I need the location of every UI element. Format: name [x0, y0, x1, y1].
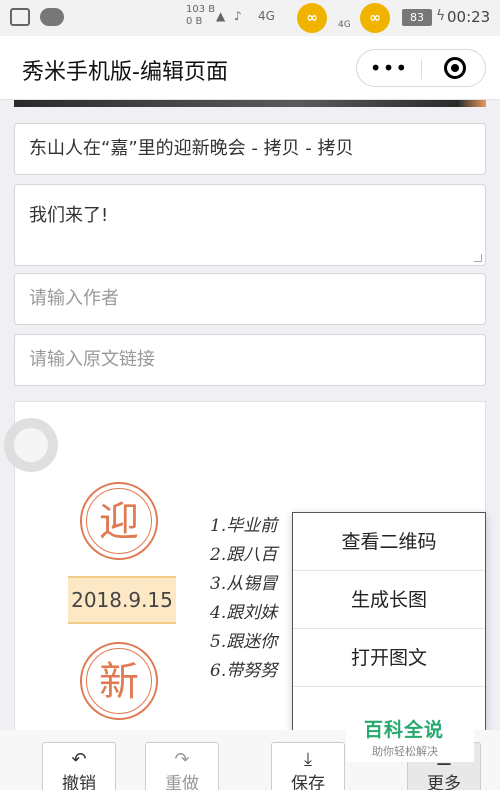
save-button[interactable]: ⤓ 保存 [271, 742, 345, 790]
article-summary-textarea[interactable]: 我们来了! [14, 184, 486, 266]
screenshot-icon [10, 8, 30, 26]
handwritten-line: 5.跟迷你 [210, 632, 278, 652]
charging-icon: ϟ [436, 8, 446, 24]
coin-app-icon: ∞ [297, 3, 327, 33]
mute-bell-icon: ♪ [234, 9, 242, 23]
stamp-xin: 新 [80, 642, 158, 720]
floating-assistive-ball[interactable] [4, 418, 58, 472]
coin-app-icon-2: ∞ [360, 3, 390, 33]
event-date: 2018.9.15 [68, 576, 176, 624]
redo-arrow-icon: ↷ [174, 749, 190, 770]
net-up-speed: 103 B [186, 4, 216, 15]
more-popup-menu: 查看二维码 生成长图 打开图文 [292, 512, 486, 745]
download-icon: ⤓ [304, 749, 312, 770]
stamp-ying-text: 迎 [86, 488, 152, 554]
net-down-speed: 0 B [186, 16, 203, 27]
battery-indicator: 83 [402, 9, 432, 26]
handwritten-list: 1.毕业前 2.跟八百 3.从锡冒 4.跟刘妹 5.跟迷你 6.带努努 [210, 512, 294, 686]
status-bar: 103 B 0 B ▲ ♪ 4G ∞ 4G ∞ 83 ϟ 00:23 [0, 0, 500, 36]
summary-text: 我们来了! [29, 205, 109, 226]
cover-image-strip [14, 100, 486, 107]
redo-label: 重做 [165, 774, 199, 790]
redo-button[interactable]: ↷ 重做 [145, 742, 219, 790]
undo-arrow-icon: ↶ [71, 749, 87, 770]
author-input[interactable]: 请输入作者 [14, 273, 486, 325]
undo-button[interactable]: ↶ 撤销 [42, 742, 116, 790]
article-title-input[interactable]: 东山人在“嘉”里的迎新晚会 - 拷贝 - 拷贝 [14, 123, 486, 175]
menu-item-open-article[interactable]: 打开图文 [293, 629, 485, 687]
save-label: 保存 [291, 774, 325, 790]
wechat-icon [40, 8, 64, 26]
baike-watermark-logo: 百科全说 助你轻松解决 [346, 710, 474, 762]
more-options-button[interactable]: ••• [357, 50, 421, 86]
handwritten-line: 6.带努努 [210, 661, 278, 681]
capsule-divider [421, 59, 422, 79]
handwritten-line: 2.跟八百 [210, 545, 278, 565]
status-time: 00:23 [447, 8, 491, 26]
undo-label: 撤销 [62, 774, 96, 790]
close-miniprogram-icon[interactable] [444, 57, 466, 79]
handwritten-line: 4.跟刘妹 [210, 603, 278, 623]
menu-item-generate-long-image[interactable]: 生成长图 [293, 571, 485, 629]
signal-4g-icon-2: 4G [338, 20, 351, 30]
title-bar: 秀米手机版-编辑页面 ••• [0, 36, 500, 100]
page-title: 秀米手机版-编辑页面 [22, 60, 228, 85]
miniprogram-capsule: ••• [356, 49, 486, 87]
menu-item-view-qrcode[interactable]: 查看二维码 [293, 513, 485, 571]
watermark-title: 百科全说 [364, 719, 445, 741]
watermark-subtitle: 助你轻松解决 [372, 745, 438, 758]
status-left-icons [10, 8, 64, 26]
resize-handle-icon[interactable] [474, 254, 482, 262]
handwritten-line: 1.毕业前 [210, 516, 278, 536]
wifi-icon: ▲ [216, 9, 226, 23]
stamp-xin-text: 新 [86, 648, 152, 714]
network-speed: 103 B 0 B [186, 4, 215, 28]
signal-4g-icon: 4G [258, 9, 275, 23]
more-label: 更多 [427, 774, 461, 790]
handwritten-line: 3.从锡冒 [210, 574, 278, 594]
source-link-input[interactable]: 请输入原文链接 [14, 334, 486, 386]
stamp-ying: 迎 [80, 482, 158, 560]
